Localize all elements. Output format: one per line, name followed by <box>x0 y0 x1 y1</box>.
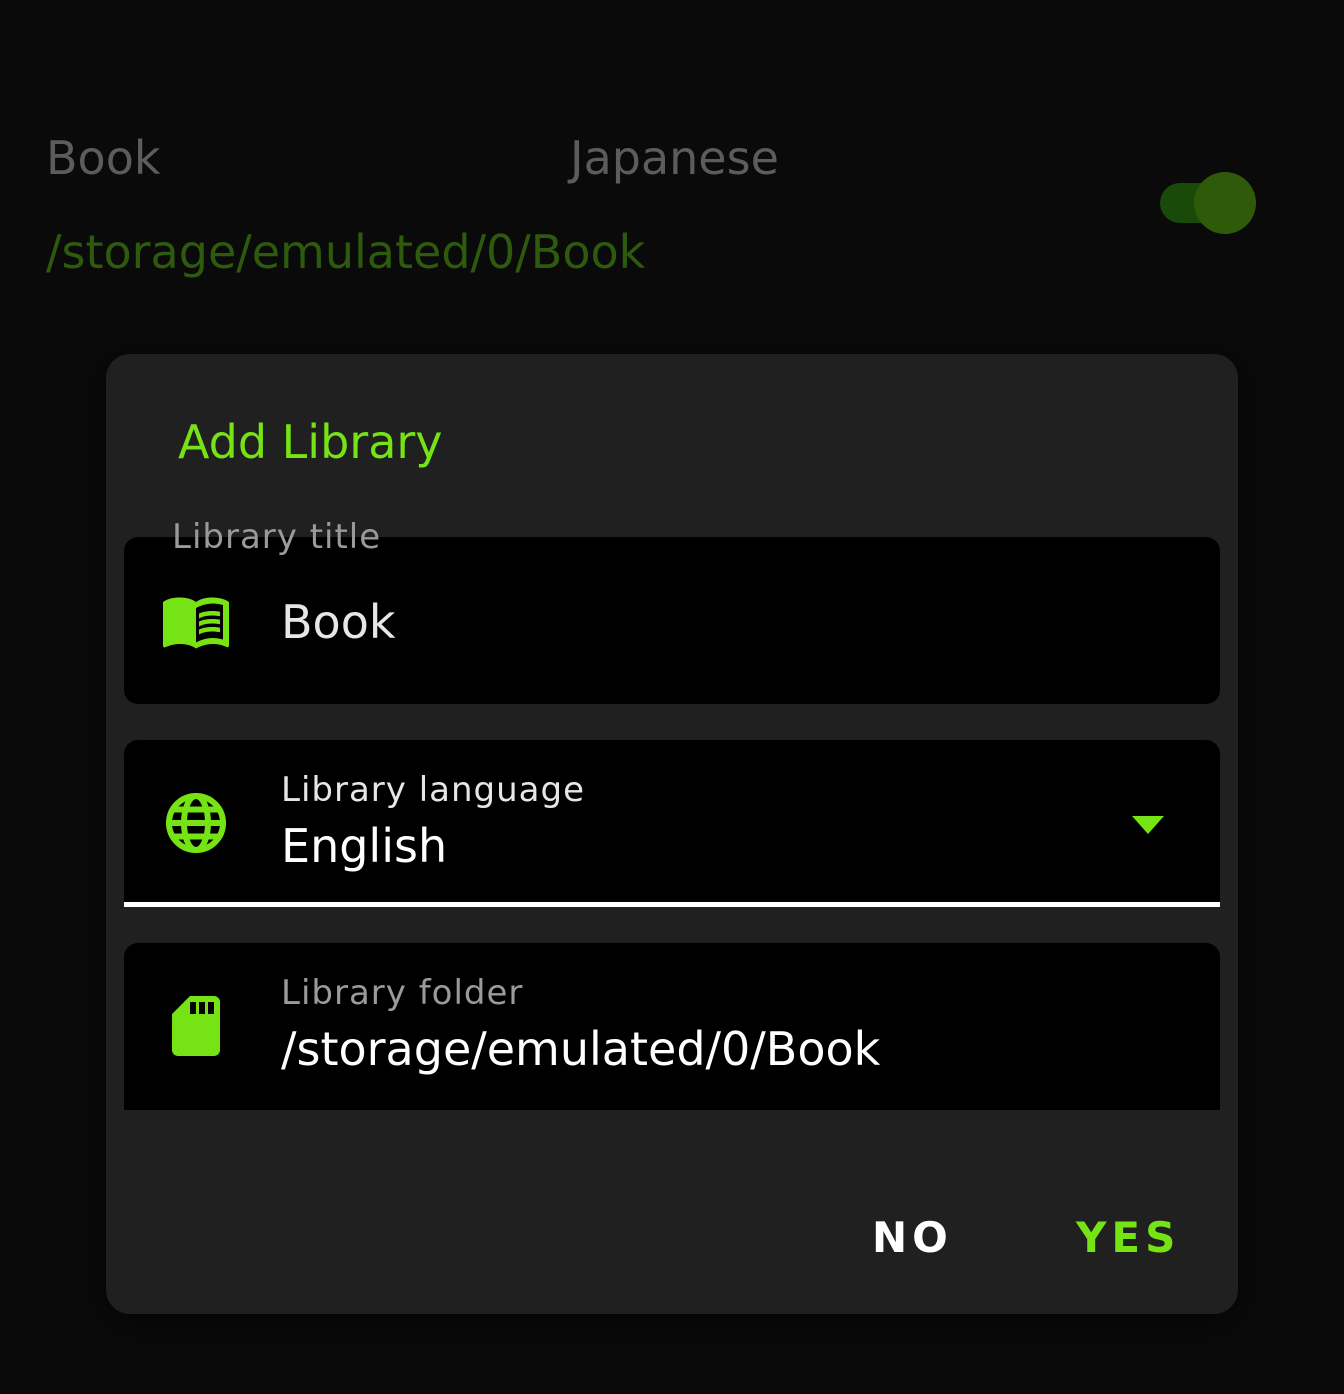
book-open-icon <box>163 597 229 649</box>
library-folder-field[interactable]: Library folder /storage/emulated/0/Book <box>124 943 1220 1110</box>
library-folder-value: /storage/emulated/0/Book <box>281 1022 881 1076</box>
background-library-language: Japanese <box>570 131 779 185</box>
globe-icon <box>166 793 226 853</box>
library-language-dropdown[interactable]: Library language English <box>124 740 1220 907</box>
library-title-input[interactable]: Book <box>281 592 395 652</box>
background-library-title: Book <box>46 131 161 185</box>
library-folder-label: Library folder <box>281 973 524 1013</box>
library-language-value: English <box>281 819 448 873</box>
library-title-field[interactable]: Library title Book <box>124 515 1220 704</box>
library-title-label: Library title <box>172 515 382 559</box>
screen: Book Japanese /storage/emulated/0/Book A… <box>0 0 1344 1394</box>
background-library-item: Book Japanese /storage/emulated/0/Book <box>0 0 1344 320</box>
background-library-toggle <box>1160 172 1256 234</box>
library-language-label: Library language <box>281 770 585 810</box>
dropdown-underline <box>124 902 1220 907</box>
dialog-title: Add Library <box>178 415 443 469</box>
dropdown-arrow-icon[interactable] <box>1132 816 1164 834</box>
sd-card-icon <box>172 996 220 1056</box>
background-library-path: /storage/emulated/0/Book <box>46 225 646 279</box>
no-button[interactable]: NO <box>872 1210 953 1266</box>
yes-button[interactable]: YES <box>1076 1210 1180 1266</box>
add-library-dialog: Add Library Library title Book Library l… <box>106 354 1238 1314</box>
toggle-thumb <box>1194 172 1256 234</box>
